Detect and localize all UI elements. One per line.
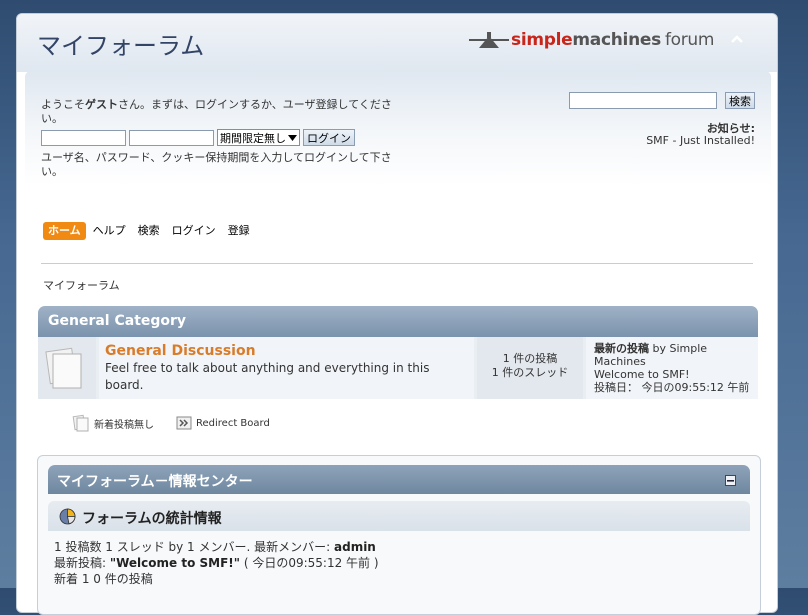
smf-logo-text: simplemachines forum — [511, 30, 714, 50]
legend-no-new: 新着投稿無し — [72, 414, 154, 432]
stats-line1: 1 投稿数 1 スレッド by 1 メンバー. 最新メンバー: — [54, 540, 334, 554]
legend-redirect: Redirect Board — [176, 415, 270, 431]
board-topics: 1 件のスレッド — [491, 366, 569, 379]
header: マイフォーラム simplemachines forum — [17, 14, 777, 72]
stats-title: フォーラムの統計情報 — [82, 511, 222, 527]
login-hint: ユーザ名、パスワード、クッキー保持期間を入力してログインして下さい。 — [41, 151, 392, 178]
header-collapse-icon[interactable] — [729, 32, 745, 46]
password-input[interactable] — [129, 129, 214, 146]
redirect-board-icon — [176, 416, 192, 430]
board-description: Feel free to talk about anything and eve… — [105, 361, 430, 392]
category-header: General Category — [38, 306, 758, 337]
board-icon-cell — [38, 337, 96, 399]
session-select-value: 期間限定無し — [220, 131, 286, 145]
forum-title[interactable]: マイフォーラム — [37, 26, 204, 61]
breadcrumb[interactable]: マイフォーラム — [43, 277, 120, 293]
welcome-pre: ようこそ — [41, 98, 85, 111]
menu-item-home[interactable]: ホーム — [43, 222, 86, 240]
login-form: 期間限定無し ログイン — [41, 129, 355, 146]
menu-item-search[interactable]: 検索 — [133, 222, 165, 240]
board-info-cell: General Discussion Feel free to talk abo… — [99, 337, 474, 399]
smf-logo[interactable]: simplemachines forum — [469, 27, 714, 53]
session-length-select[interactable]: 期間限定無し — [217, 129, 300, 146]
latest-post-link[interactable]: "Welcome to SMF!" — [110, 556, 240, 570]
login-button[interactable]: ログイン — [303, 129, 355, 146]
board-row: General Discussion Feel free to talk abo… — [38, 337, 758, 399]
category-title[interactable]: General Category — [48, 313, 186, 329]
newest-member-link[interactable]: admin — [334, 540, 376, 554]
logo-machines: machines — [572, 30, 661, 50]
board-stats-cell: 1 件の投稿 1 件のスレッド — [477, 337, 583, 399]
stats-line3: 新着 1 0 件の投稿 — [54, 572, 153, 586]
chevron-down-icon — [288, 134, 297, 141]
menu-item-login[interactable]: ログイン — [167, 222, 221, 240]
board-no-new-icon — [45, 347, 82, 389]
legend-no-new-label: 新着投稿無し — [94, 419, 154, 431]
user-section: ようこそゲストさん。まずは、ログインするか、ユーザ登録してください。 期間限定無… — [25, 71, 771, 186]
divider — [41, 263, 753, 264]
menu-item-help[interactable]: ヘルプ — [88, 222, 131, 240]
search-input[interactable] — [569, 92, 717, 109]
last-post-date: 投稿日： 今日の09:55:12 午前 — [594, 381, 750, 394]
logo-simple: simple — [511, 30, 573, 50]
board-lastpost-cell: 最新の投稿 by Simple Machines Welcome to SMF!… — [586, 337, 758, 399]
search-button[interactable]: 検索 — [725, 92, 755, 109]
welcome-guest: ゲスト — [85, 98, 118, 111]
stats-subheader: フォーラムの統計情報 — [48, 501, 750, 531]
news-text: SMF - Just Installed! — [646, 134, 755, 147]
last-post-label: 最新の投稿 — [594, 342, 649, 355]
stats-pie-icon — [59, 508, 76, 528]
last-post-subject[interactable]: Welcome to SMF! — [594, 368, 754, 381]
menu-item-register[interactable]: 登録 — [223, 222, 255, 240]
board-legend: 新着投稿無し Redirect Board — [72, 414, 270, 432]
info-center: マイフォーラム－情報センター フォーラムの統計情報 1 投稿数 1 スレッド b… — [37, 455, 761, 615]
stats-body: 1 投稿数 1 スレッド by 1 メンバー. 最新メンバー: admin 最新… — [54, 539, 744, 587]
info-center-header: マイフォーラム－情報センター — [48, 465, 750, 494]
welcome-text: ようこそゲストさん。まずは、ログインするか、ユーザ登録してください。 — [41, 98, 399, 126]
board-posts: 1 件の投稿 — [502, 352, 558, 365]
stats-line2: 最新投稿: — [54, 556, 110, 570]
search-form: 検索 — [569, 92, 755, 109]
smf-logo-icon — [469, 32, 509, 48]
forum-page: マイフォーラム simplemachines forum ようこそゲストさん。まず… — [16, 13, 778, 615]
info-center-title: マイフォーラム－情報センター — [57, 474, 253, 490]
collapse-icon[interactable] — [725, 475, 736, 486]
username-input[interactable] — [41, 129, 126, 146]
main-menu: ホーム ヘルプ 検索 ログイン 登録 — [43, 222, 255, 240]
no-new-posts-icon — [72, 414, 89, 432]
logo-forum: forum — [664, 30, 715, 50]
legend-redirect-label: Redirect Board — [196, 417, 270, 429]
board-link[interactable]: General Discussion — [105, 343, 256, 359]
stats-line2-date: ( 今日の09:55:12 午前 ) — [240, 556, 379, 570]
